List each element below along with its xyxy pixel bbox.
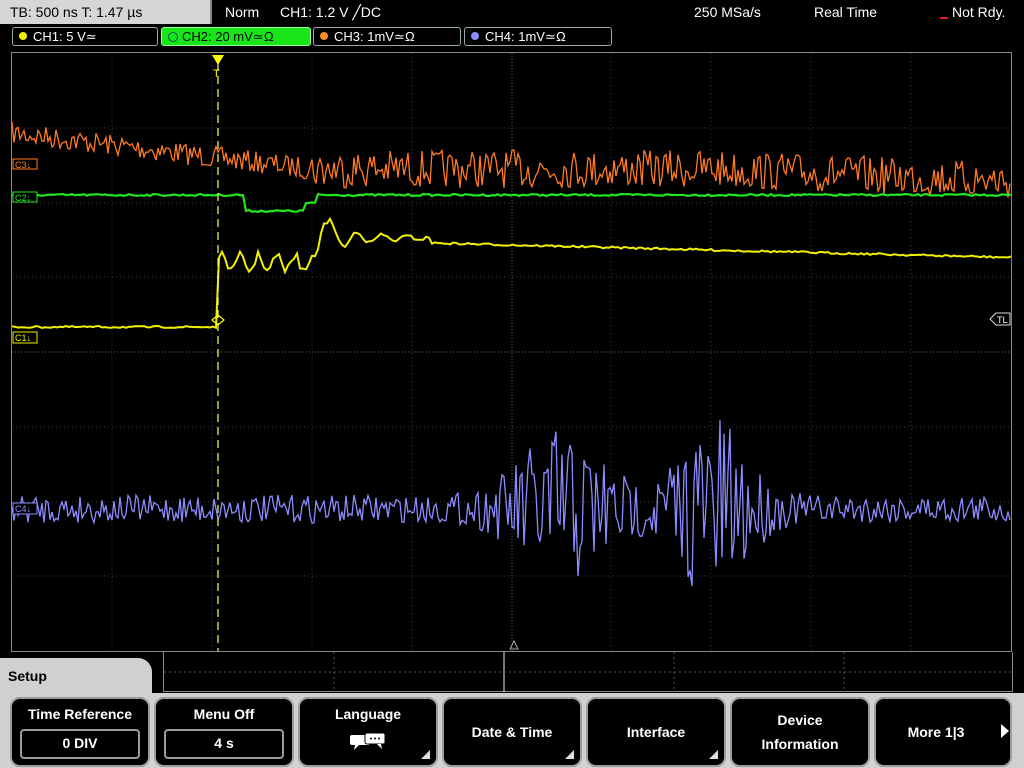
softkey-label: Interface (626, 724, 686, 740)
softkey-label: Time Reference (27, 706, 132, 722)
language-softkey[interactable]: Language (298, 697, 438, 767)
channel-tab-ch4[interactable]: CH4: 1mV≃Ω (464, 27, 612, 46)
channel-tab-ch2[interactable]: CH2: 20 mV≃Ω (161, 27, 311, 46)
menu-off-softkey[interactable]: Menu Off 4 s (154, 697, 294, 767)
channel-label: CH2: 20 mV≃Ω (182, 29, 274, 44)
softkey-label: Date & Time (471, 724, 553, 740)
softkey-label: More 1|3 (907, 724, 965, 740)
softkey-label: Language (334, 706, 402, 722)
submenu-indicator-icon (565, 750, 574, 759)
ch4-color-dot (471, 32, 479, 40)
next-page-arrow-icon[interactable] (1001, 724, 1009, 738)
channel-label: CH4: 1mV≃Ω (485, 29, 566, 44)
ch1-color-dot (19, 32, 27, 40)
trigger-marker-label: T (213, 68, 220, 80)
menu-title: Setup (0, 658, 152, 698)
speech-bubbles-icon (350, 732, 386, 750)
status-bar: TB: 500 ns T: 1.47 µs Norm CH1: 1.2 V ╱D… (0, 0, 1024, 25)
channel-tab-ch3[interactable]: CH3: 1mV≃Ω (313, 27, 461, 46)
channel-label: CH3: 1mV≃Ω (334, 29, 415, 44)
c2-marker-label: C2↓ (15, 193, 31, 203)
ch3-waveform (12, 121, 1011, 198)
channel-tab-ch1[interactable]: CH1: 5 V≃ (12, 27, 158, 46)
trigger-readout[interactable]: CH1: 1.2 V ╱DC (280, 0, 381, 24)
channel-label: CH1: 5 V≃ (33, 29, 97, 44)
c1-marker-label: C1↓ (15, 333, 31, 343)
c4-marker-label: C4↓ (15, 504, 31, 514)
date-time-softkey[interactable]: Date & Time (442, 697, 582, 767)
menu-off-value[interactable]: 4 s (164, 729, 284, 759)
time-reference-icon (509, 639, 519, 650)
interface-softkey[interactable]: Interface (586, 697, 726, 767)
trigger-level-label: TL (997, 315, 1008, 325)
more-softkey[interactable]: More 1|3 (874, 697, 1012, 767)
time-reference-softkey[interactable]: Time Reference 0 DIV (10, 697, 150, 767)
ch2-color-dot (168, 32, 178, 42)
device-information-softkey[interactable]: Device Information (730, 697, 870, 767)
submenu-indicator-icon (709, 750, 718, 759)
ch3-color-dot (320, 32, 328, 40)
zoom-overview-strip (163, 652, 1013, 692)
waveform-canvas[interactable]: T C3↓ C2↓ C1↓ C4↓ TL (12, 53, 1011, 651)
trigger-mode[interactable]: Norm (225, 0, 259, 24)
ch4-waveform (12, 420, 1011, 587)
time-reference-value[interactable]: 0 DIV (20, 729, 140, 759)
acquisition-mode: Real Time (814, 4, 878, 20)
softkey-label: Device (777, 712, 823, 728)
trigger-marker-icon[interactable] (212, 55, 224, 65)
softkey-label: Menu Off (193, 706, 255, 722)
graticule (12, 53, 1011, 651)
status-indicator (940, 17, 948, 19)
submenu-indicator-icon (421, 750, 430, 759)
timebase-readout[interactable]: TB: 500 ns T: 1.47 µs (0, 0, 212, 24)
acquisition-status: Not Rdy. (952, 4, 1006, 20)
sample-rate: 250 MSa/s (694, 4, 761, 20)
c3-marker-label: C3↓ (15, 160, 31, 170)
softkey-label-line2: Information (761, 736, 839, 752)
waveform-display[interactable]: T C3↓ C2↓ C1↓ C4↓ TL (11, 52, 1012, 652)
